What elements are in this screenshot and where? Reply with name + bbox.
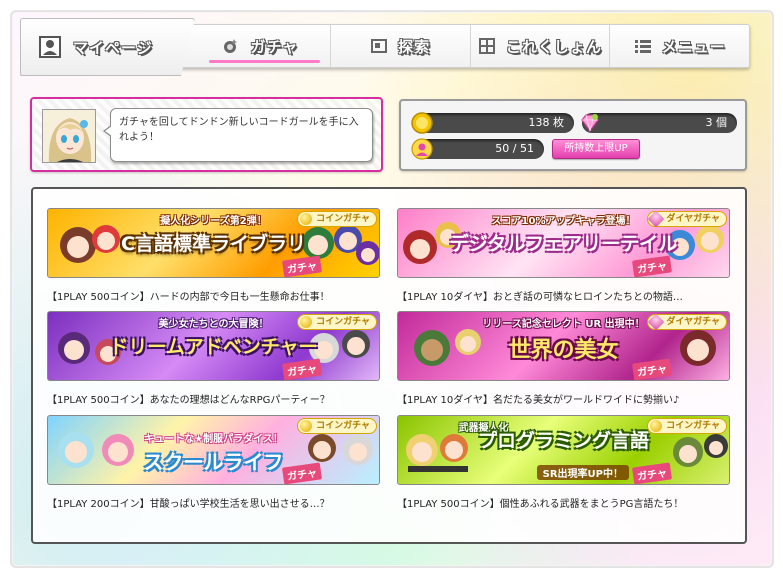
- tab-menu-label: メニュー: [661, 37, 726, 56]
- coin-gacha-badge: コインガチャ: [297, 418, 377, 434]
- banner-title: C言語標準ライブラリ: [121, 233, 306, 255]
- gacha-card-digital-fairy-tale[interactable]: スコア10%アップキャラ登場！ デジタルフェアリーテイル ガチャ ダイヤガチャ …: [397, 208, 730, 303]
- banner-title: スクールライフ: [143, 450, 284, 474]
- gacha-card-world-beauties[interactable]: リリース記念セレクト UR 出現中！ 世界の美女 ガチャ ダイヤガチャ 【1PL…: [397, 311, 730, 406]
- banner-title: デジタルフェアリーテイル: [449, 233, 678, 255]
- capacity-counter: 50 / 51: [411, 138, 544, 160]
- gacha-caption: 【1PLAY 200コイン】甘酸っぱい学校生活を思い出させる…？: [47, 499, 330, 510]
- tab-explore-label: 探索: [398, 37, 431, 56]
- guide-speech-bubble: ガチャを回してドンドン新しいコードガールを手に入れよう！: [103, 108, 373, 162]
- diamond-count: 3 個: [705, 116, 728, 129]
- gacha-banner[interactable]: 武器擬人化 プログラミング言語 SR出現率UP中！ ガチャ コインガチャ: [397, 415, 730, 485]
- gacha-card-c-library[interactable]: 擬人化シリーズ第2弾！ C言語標準ライブラリ ガチャ コインガチャ 【1PLAY…: [47, 208, 380, 303]
- banner-title: ドリームアドベンチャー: [109, 336, 318, 358]
- main-nav: ガチャ 探索 これくしょん メニュー マイページ: [20, 18, 750, 76]
- gacha-banner[interactable]: 美少女たちとの大冒険！ ドリームアドベンチャー ガチャ コインガチャ: [47, 311, 380, 381]
- gacha-card-school-life[interactable]: キュートな★制服パラダイス！ スクールライフ ガチャ コインガチャ 【1PLAY…: [47, 415, 380, 510]
- diamond-gacha-badge: ダイヤガチャ: [647, 211, 727, 227]
- coin-icon: [410, 111, 434, 135]
- capacity-upgrade-button[interactable]: 所持数上限UP: [552, 139, 640, 159]
- tab-menu[interactable]: メニュー: [609, 25, 749, 67]
- coin-count: 138 枚: [528, 116, 565, 129]
- coin-counter: 138 枚: [411, 112, 574, 134]
- tab-collection-label: これくしょん: [505, 37, 602, 56]
- collection-icon: [478, 37, 496, 55]
- gacha-caption: 【1PLAY 10ダイヤ】名だたる美女がワールドワイドに勢揃い♪: [397, 395, 680, 406]
- gacha-caption: 【1PLAY 500コイン】個性あふれる武器をまとうPG言語たち！: [397, 499, 684, 510]
- character-capacity-icon: [410, 137, 434, 161]
- mypage-label: マイページ: [73, 38, 153, 57]
- banner-rate-up-tag: SR出現率UP中！: [536, 465, 629, 480]
- gacha-banner[interactable]: スコア10%アップキャラ登場！ デジタルフェアリーテイル ガチャ ダイヤガチャ: [397, 208, 730, 278]
- gacha-card-dream-adventure[interactable]: 美少女たちとの大冒険！ ドリームアドベンチャー ガチャ コインガチャ 【1PLA…: [47, 311, 380, 406]
- gacha-banner[interactable]: リリース記念セレクト UR 出現中！ 世界の美女 ガチャ ダイヤガチャ: [397, 311, 730, 381]
- diamond-icon: [578, 111, 602, 135]
- tab-gacha[interactable]: ガチャ: [171, 25, 330, 67]
- status-panel: 138 枚 3 個 50 / 51 所持数上限UP: [399, 99, 747, 171]
- gacha-caption: 【1PLAY 10ダイヤ】おとぎ話の可憐なヒロインたちとの物語…: [397, 292, 683, 303]
- menu-icon: [634, 37, 652, 55]
- diamond-counter: 3 個: [581, 113, 737, 133]
- nav-tabs: ガチャ 探索 これくしょん メニュー: [170, 24, 750, 68]
- gacha-card-programming-languages[interactable]: 武器擬人化 プログラミング言語 SR出現率UP中！ ガチャ コインガチャ 【1P…: [397, 415, 730, 510]
- tab-gacha-label: ガチャ: [250, 37, 299, 56]
- banner-title: 世界の美女: [508, 338, 619, 363]
- coin-gacha-badge: コインガチャ: [647, 418, 727, 434]
- coin-gacha-badge: コインガチャ: [297, 211, 377, 227]
- guide-message-panel: ガチャを回してドンドン新しいコードガールを手に入れよう！: [30, 97, 383, 172]
- gacha-caption: 【1PLAY 500コイン】ハードの内部で今日も一生懸命お仕事！: [47, 292, 330, 303]
- diamond-gacha-badge: ダイヤガチャ: [647, 314, 727, 330]
- explore-icon: [370, 37, 388, 55]
- tab-collection[interactable]: これくしょん: [469, 25, 610, 67]
- tab-explore[interactable]: 探索: [329, 25, 470, 67]
- gacha-caption: 【1PLAY 500コイン】あなたの理想はどんなRPGパーティー？: [47, 395, 330, 406]
- mypage-button[interactable]: マイページ: [20, 18, 195, 76]
- gacha-banner[interactable]: キュートな★制服パラダイス！ スクールライフ ガチャ コインガチャ: [47, 415, 380, 485]
- coin-gacha-badge: コインガチャ: [297, 314, 377, 330]
- gacha-icon: [222, 37, 240, 55]
- mypage-icon: [39, 36, 61, 58]
- gacha-banner[interactable]: 擬人化シリーズ第2弾！ C言語標準ライブラリ ガチャ コインガチャ: [47, 208, 380, 278]
- capacity-count: 50 / 51: [495, 142, 534, 155]
- guide-avatar: [42, 109, 96, 163]
- gacha-list: 擬人化シリーズ第2弾！ C言語標準ライブラリ ガチャ コインガチャ 【1PLAY…: [31, 187, 747, 544]
